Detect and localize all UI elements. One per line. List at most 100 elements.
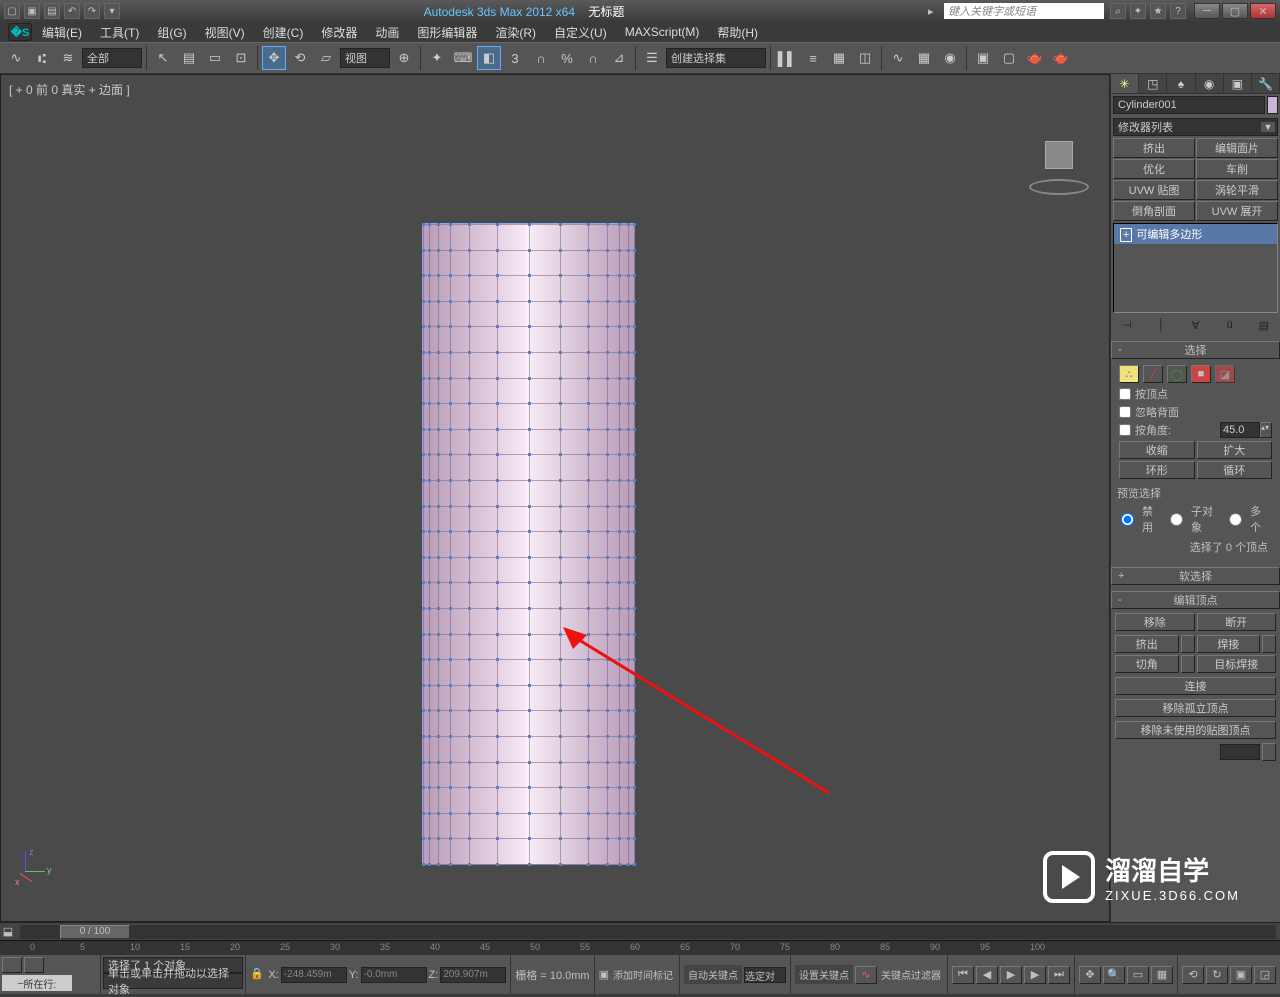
percent-snap-icon[interactable]: % [555, 46, 579, 70]
mod-unwrap-button[interactable]: UVW 展开 [1196, 201, 1278, 221]
keyfilter-button[interactable]: 关键点过滤器 [879, 967, 943, 982]
chamfer-button[interactable]: 切角 [1115, 655, 1179, 673]
connect-button[interactable]: 连接 [1115, 677, 1276, 695]
spinner-arrows-icon[interactable]: ▴▾ [1260, 422, 1272, 438]
subobj-edge-icon[interactable]: ╱ [1143, 365, 1163, 383]
viewport-label[interactable]: [ + 0 前 0 真实 + 边面 ] [9, 81, 130, 98]
cylinder-object[interactable] [422, 223, 635, 865]
ref-coord-combo[interactable]: 视图 [340, 48, 390, 68]
link-icon[interactable]: ∿ [4, 46, 28, 70]
play-icon[interactable]: ▶ [1000, 966, 1022, 984]
angle-spinner[interactable] [1220, 422, 1260, 438]
timetag-icon[interactable]: ▣ [599, 968, 609, 981]
menu-render[interactable]: 渲染(R) [487, 22, 544, 43]
stack-item[interactable]: +可编辑多边形 [1114, 224, 1277, 244]
time-slider[interactable]: ⬓ 0 / 100 [0, 922, 1280, 940]
listener-icon[interactable] [24, 957, 44, 973]
material-icon[interactable]: ◉ [938, 46, 962, 70]
manip-icon[interactable]: ✦ [425, 46, 449, 70]
nav-roll-icon[interactable]: ↻ [1206, 966, 1228, 984]
layer-icon[interactable]: ▦ [827, 46, 851, 70]
modifier-stack[interactable]: +可编辑多边形 [1113, 223, 1278, 313]
mod-lathe-button[interactable]: 车削 [1196, 159, 1278, 179]
show-end-icon[interactable]: │ [1152, 317, 1170, 333]
weight-spin-icon[interactable] [1262, 743, 1276, 761]
exchange-icon[interactable]: ✦ [1130, 3, 1146, 19]
render-frame-icon[interactable]: ▢ [997, 46, 1021, 70]
mod-uvwmap-button[interactable]: UVW 贴图 [1113, 180, 1195, 200]
menu-graph[interactable]: 图形编辑器 [409, 22, 485, 43]
coord-x[interactable] [281, 967, 347, 983]
help-search[interactable]: 键入关键字或短语 [944, 3, 1104, 19]
menu-tools[interactable]: 工具(T) [92, 22, 147, 43]
move-icon[interactable]: ✥ [262, 46, 286, 70]
target-weld-button[interactable]: 目标焊接 [1197, 655, 1277, 673]
grow-button[interactable]: 扩大 [1197, 441, 1273, 459]
menu-create[interactable]: 创建(C) [255, 22, 312, 43]
viewcube[interactable] [1029, 135, 1089, 195]
chk-by-vertex[interactable] [1119, 388, 1131, 400]
menu-modifier[interactable]: 修改器 [313, 22, 365, 43]
modifier-list-combo[interactable]: 修改器列表 [1113, 118, 1278, 136]
rollout-soft-head[interactable]: 软选择 [1111, 567, 1280, 585]
extrude-opt-icon[interactable] [1181, 635, 1195, 653]
help-icon[interactable]: ? [1170, 3, 1186, 19]
menu-view[interactable]: 视图(V) [197, 22, 253, 43]
next-frame-icon[interactable]: ▶ [1024, 966, 1046, 984]
script-mini-icon[interactable] [2, 957, 22, 973]
ring-button[interactable]: 环形 [1119, 461, 1195, 479]
break-button[interactable]: 断开 [1197, 613, 1277, 631]
more-icon[interactable]: ▾ [104, 3, 120, 19]
schematic-icon[interactable]: ▦ [912, 46, 936, 70]
open-icon[interactable]: ▣ [24, 3, 40, 19]
tab-motion-icon[interactable]: ◉ [1196, 74, 1224, 93]
undo-icon[interactable]: ↶ [64, 3, 80, 19]
subobj-element-icon[interactable]: ◪ [1215, 365, 1235, 383]
snap3-icon[interactable]: 3 [503, 46, 527, 70]
menu-anim[interactable]: 动画 [367, 22, 407, 43]
mod-turbo-button[interactable]: 涡轮平滑 [1196, 180, 1278, 200]
scale-icon[interactable]: ▱ [314, 46, 338, 70]
object-color-swatch[interactable] [1267, 96, 1278, 114]
info-icon[interactable]: ▸ [928, 5, 944, 18]
tab-modify-icon[interactable]: ◳ [1139, 74, 1167, 93]
nav-max-icon[interactable]: ▣ [1230, 966, 1252, 984]
menu-custom[interactable]: 自定义(U) [546, 22, 615, 43]
select-name-icon[interactable]: ▤ [177, 46, 201, 70]
render-prod-icon[interactable]: 🫖 [1049, 46, 1073, 70]
coord-y[interactable] [361, 967, 427, 983]
object-name-field[interactable] [1113, 96, 1265, 114]
time-thumb[interactable]: 0 / 100 [60, 925, 130, 939]
curve-editor-icon[interactable]: ∿ [886, 46, 910, 70]
redo-icon[interactable]: ↷ [84, 3, 100, 19]
rollout-edit-head[interactable]: 编辑顶点 [1111, 591, 1280, 609]
radio-disable[interactable] [1121, 513, 1134, 526]
spinner-snap-icon[interactable]: ∩ [581, 46, 605, 70]
editor-icon[interactable]: ☰ [640, 46, 664, 70]
binoculars-icon[interactable]: ⌕ [1110, 3, 1126, 19]
menu-group[interactable]: 组(G) [149, 22, 194, 43]
nav-pan-icon[interactable]: ✥ [1079, 966, 1101, 984]
edge-snap-icon[interactable]: ⊿ [607, 46, 631, 70]
mod-extrude-button[interactable]: 挤出 [1113, 138, 1195, 158]
unique-icon[interactable]: ∀ [1186, 317, 1204, 333]
mirror-icon[interactable]: ▌▌ [775, 46, 799, 70]
setkey-button[interactable]: 设置关键点 [795, 965, 853, 984]
keyboard-icon[interactable]: ⌨ [451, 46, 475, 70]
remove-button[interactable]: 移除 [1115, 613, 1195, 631]
weight-field[interactable] [1220, 744, 1260, 760]
close-button[interactable]: ✕ [1250, 3, 1276, 19]
bind-icon[interactable]: ≋ [56, 46, 80, 70]
tab-utilities-icon[interactable]: 🔧 [1252, 74, 1280, 93]
radio-subobj[interactable] [1170, 513, 1183, 526]
goto-end-icon[interactable]: ⏭ [1048, 966, 1070, 984]
weld-button[interactable]: 焊接 [1197, 635, 1261, 653]
mod-optimize-button[interactable]: 优化 [1113, 159, 1195, 179]
tab-hierarchy-icon[interactable]: ♠ [1167, 74, 1195, 93]
radio-multi[interactable] [1229, 513, 1242, 526]
select-rect-icon[interactable]: ▭ [203, 46, 227, 70]
render-icon[interactable]: 🫖 [1023, 46, 1047, 70]
remove-iso-button[interactable]: 移除孤立顶点 [1115, 699, 1276, 717]
snap2d-icon[interactable]: ◧ [477, 46, 501, 70]
track-toggle-icon[interactable]: ⬓ [0, 925, 16, 938]
